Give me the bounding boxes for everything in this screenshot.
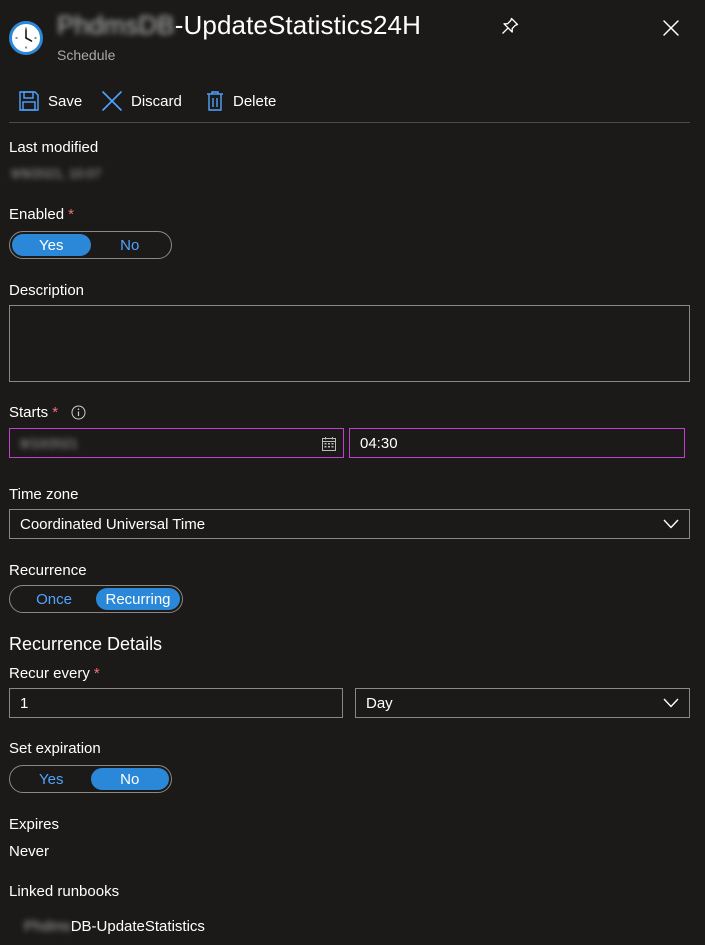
toolbar-divider bbox=[9, 122, 690, 123]
expires-value: Never bbox=[9, 843, 50, 860]
recur-every-label: Recur every * bbox=[9, 665, 100, 682]
runbook-name: DB-UpdateStatistics bbox=[70, 918, 205, 935]
expiration-yes-option[interactable]: Yes bbox=[12, 768, 91, 790]
description-input[interactable] bbox=[9, 305, 690, 382]
enabled-label: Enabled * bbox=[9, 206, 74, 223]
starts-label-text: Starts bbox=[9, 404, 49, 421]
start-date-value: 9/10/2021 bbox=[20, 435, 78, 451]
recurrence-label: Recurrence bbox=[9, 562, 87, 579]
set-expiration-toggle[interactable]: Yes No bbox=[9, 765, 172, 793]
required-marker: * bbox=[52, 404, 59, 421]
enabled-yes-option[interactable]: Yes bbox=[12, 234, 91, 256]
recurrence-once-option[interactable]: Once bbox=[12, 588, 96, 610]
starts-label: Starts * bbox=[9, 404, 86, 421]
start-time-input[interactable]: 04:30 bbox=[349, 428, 685, 458]
required-marker: * bbox=[93, 665, 100, 682]
recurrence-details-heading: Recurrence Details bbox=[9, 634, 163, 654]
recurrence-recurring-option[interactable]: Recurring bbox=[96, 588, 180, 610]
pin-icon[interactable] bbox=[499, 15, 521, 37]
enabled-no-option[interactable]: No bbox=[91, 234, 170, 256]
enabled-toggle[interactable]: Yes No bbox=[9, 231, 172, 259]
linked-runbooks-label: Linked runbooks bbox=[9, 883, 120, 900]
start-date-field[interactable]: 9/10/2021 bbox=[9, 428, 344, 458]
discard-label: Discard bbox=[131, 92, 182, 110]
delete-button[interactable]: Delete bbox=[205, 89, 276, 113]
recurrence-toggle[interactable]: Once Recurring bbox=[9, 585, 183, 613]
title-text: -UpdateStatistics24H bbox=[174, 10, 421, 40]
save-button[interactable]: Save bbox=[18, 89, 82, 113]
timezone-label: Time zone bbox=[9, 486, 79, 503]
required-marker: * bbox=[68, 206, 74, 223]
discard-button[interactable]: Discard bbox=[101, 89, 182, 113]
expires-label: Expires bbox=[9, 816, 60, 833]
start-time-value: 04:30 bbox=[360, 434, 398, 452]
chevron-down-icon bbox=[663, 698, 679, 708]
recur-unit-value: Day bbox=[366, 694, 393, 712]
save-icon bbox=[19, 91, 39, 111]
delete-label: Delete bbox=[233, 92, 277, 110]
page-subtitle: Schedule bbox=[57, 47, 116, 63]
expiration-no-option[interactable]: No bbox=[90, 768, 169, 790]
close-icon[interactable] bbox=[660, 17, 682, 39]
clock-icon bbox=[9, 21, 43, 55]
linked-runbook-item[interactable]: PhdmsDB-UpdateStatistics bbox=[24, 918, 205, 935]
timezone-value: Coordinated Universal Time bbox=[20, 515, 206, 533]
enabled-label-text: Enabled bbox=[9, 206, 65, 223]
trash-icon bbox=[207, 91, 223, 111]
page-title: PhdmsDB-UpdateStatistics24H bbox=[57, 10, 421, 41]
discard-icon bbox=[102, 91, 122, 111]
recur-unit-dropdown[interactable]: Day bbox=[355, 688, 690, 718]
timezone-dropdown[interactable]: Coordinated Universal Time bbox=[9, 509, 690, 539]
title-redacted: PhdmsDB bbox=[57, 10, 175, 40]
save-label: Save bbox=[48, 92, 83, 110]
last-modified-label: Last modified bbox=[9, 139, 99, 156]
set-expiration-label: Set expiration bbox=[9, 740, 101, 757]
runbook-name-redacted: Phdms bbox=[24, 918, 71, 935]
recur-every-label-text: Recur every bbox=[9, 665, 90, 682]
chevron-down-icon bbox=[663, 519, 679, 529]
recur-interval-input[interactable]: 1 bbox=[9, 688, 343, 718]
calendar-icon[interactable] bbox=[321, 436, 337, 452]
last-modified-value: 9/9/2021, 10:07 bbox=[11, 166, 102, 181]
recur-interval-value: 1 bbox=[20, 694, 29, 712]
description-label: Description bbox=[9, 282, 85, 299]
info-icon[interactable] bbox=[71, 405, 86, 420]
